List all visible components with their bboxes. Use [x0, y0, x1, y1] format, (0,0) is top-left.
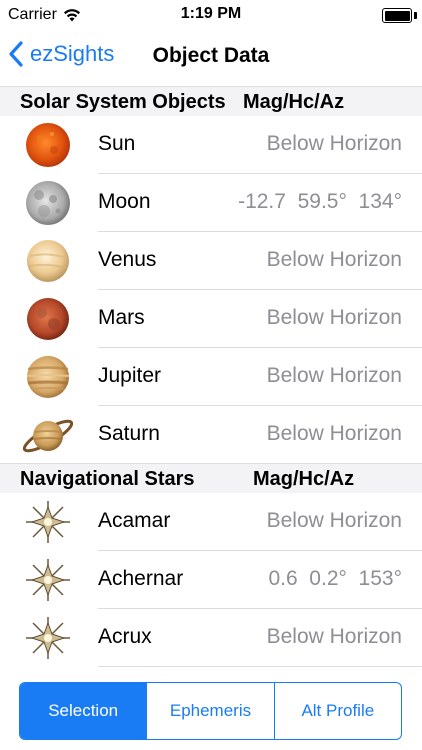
battery-tip — [414, 12, 417, 19]
saturn-icon — [22, 419, 74, 453]
object-value: Below Horizon — [266, 364, 402, 387]
section-header-solar: Solar System Objects Mag/Hc/Az — [0, 86, 422, 116]
object-name: Mars — [98, 306, 145, 329]
list-item-moon[interactable]: Moon -12.7 59.5° 134° — [0, 174, 422, 232]
object-name: Acamar — [98, 509, 171, 532]
list-item-achernar[interactable]: Achernar 0.6 0.2° 153° — [0, 551, 422, 609]
object-name: Venus — [98, 248, 157, 271]
tab-selection[interactable]: Selection — [20, 683, 148, 739]
object-name: Achernar — [98, 567, 184, 590]
star-icon — [26, 559, 70, 601]
object-name: Sun — [98, 132, 136, 155]
tab-alt-profile[interactable]: Alt Profile — [275, 683, 401, 739]
status-bar: Carrier 1:19 PM — [0, 0, 422, 30]
object-value: 0.6 0.2° 153° — [268, 567, 402, 590]
list-item-saturn[interactable]: Saturn Below Horizon — [0, 406, 422, 464]
list-item-acrux[interactable]: Acrux Below Horizon — [0, 609, 422, 667]
page-title: Object Data — [0, 44, 422, 68]
section-title-stars: Navigational Stars — [20, 468, 195, 490]
battery-icon — [382, 8, 412, 23]
mars-icon — [27, 298, 69, 340]
list-item-acamar[interactable]: Acamar Below Horizon — [0, 493, 422, 551]
tab-ephemeris[interactable]: Ephemeris — [147, 683, 275, 739]
object-value: Below Horizon — [266, 248, 402, 271]
jupiter-icon — [26, 356, 70, 398]
object-value: Below Horizon — [266, 306, 402, 329]
section-columns-solar: Mag/Hc/Az — [243, 91, 345, 113]
page-title-text: Object Data — [152, 44, 270, 67]
object-value: Below Horizon — [266, 422, 402, 445]
row-separator — [98, 666, 422, 667]
moon-icon — [26, 181, 70, 225]
status-time: 1:19 PM — [180, 5, 242, 22]
object-value: Below Horizon — [266, 132, 402, 155]
section-header-stars: Navigational Stars Mag/Hc/Az — [0, 463, 422, 493]
sun-icon — [26, 123, 70, 167]
section-columns-stars: Mag/Hc/Az — [253, 468, 355, 490]
object-value: -12.7 59.5° 134° — [238, 190, 402, 213]
object-value: Below Horizon — [266, 625, 402, 648]
star-icon — [26, 501, 70, 543]
object-name: Saturn — [98, 422, 160, 445]
section-title-solar: Solar System Objects — [20, 91, 226, 113]
object-name: Moon — [98, 190, 151, 213]
list-item-sun[interactable]: Sun Below Horizon — [0, 116, 422, 174]
list-item-venus[interactable]: Venus Below Horizon — [0, 232, 422, 290]
list-item-mars[interactable]: Mars Below Horizon — [0, 290, 422, 348]
object-name: Jupiter — [98, 364, 162, 387]
object-name: Acrux — [98, 625, 152, 648]
list-item-jupiter[interactable]: Jupiter Below Horizon — [0, 348, 422, 406]
segmented-control: Selection Ephemeris Alt Profile — [19, 682, 402, 740]
star-icon — [26, 617, 70, 659]
nav-bar: ezSights Object Data — [0, 30, 422, 86]
venus-icon — [27, 240, 69, 282]
object-value: Below Horizon — [266, 509, 402, 532]
